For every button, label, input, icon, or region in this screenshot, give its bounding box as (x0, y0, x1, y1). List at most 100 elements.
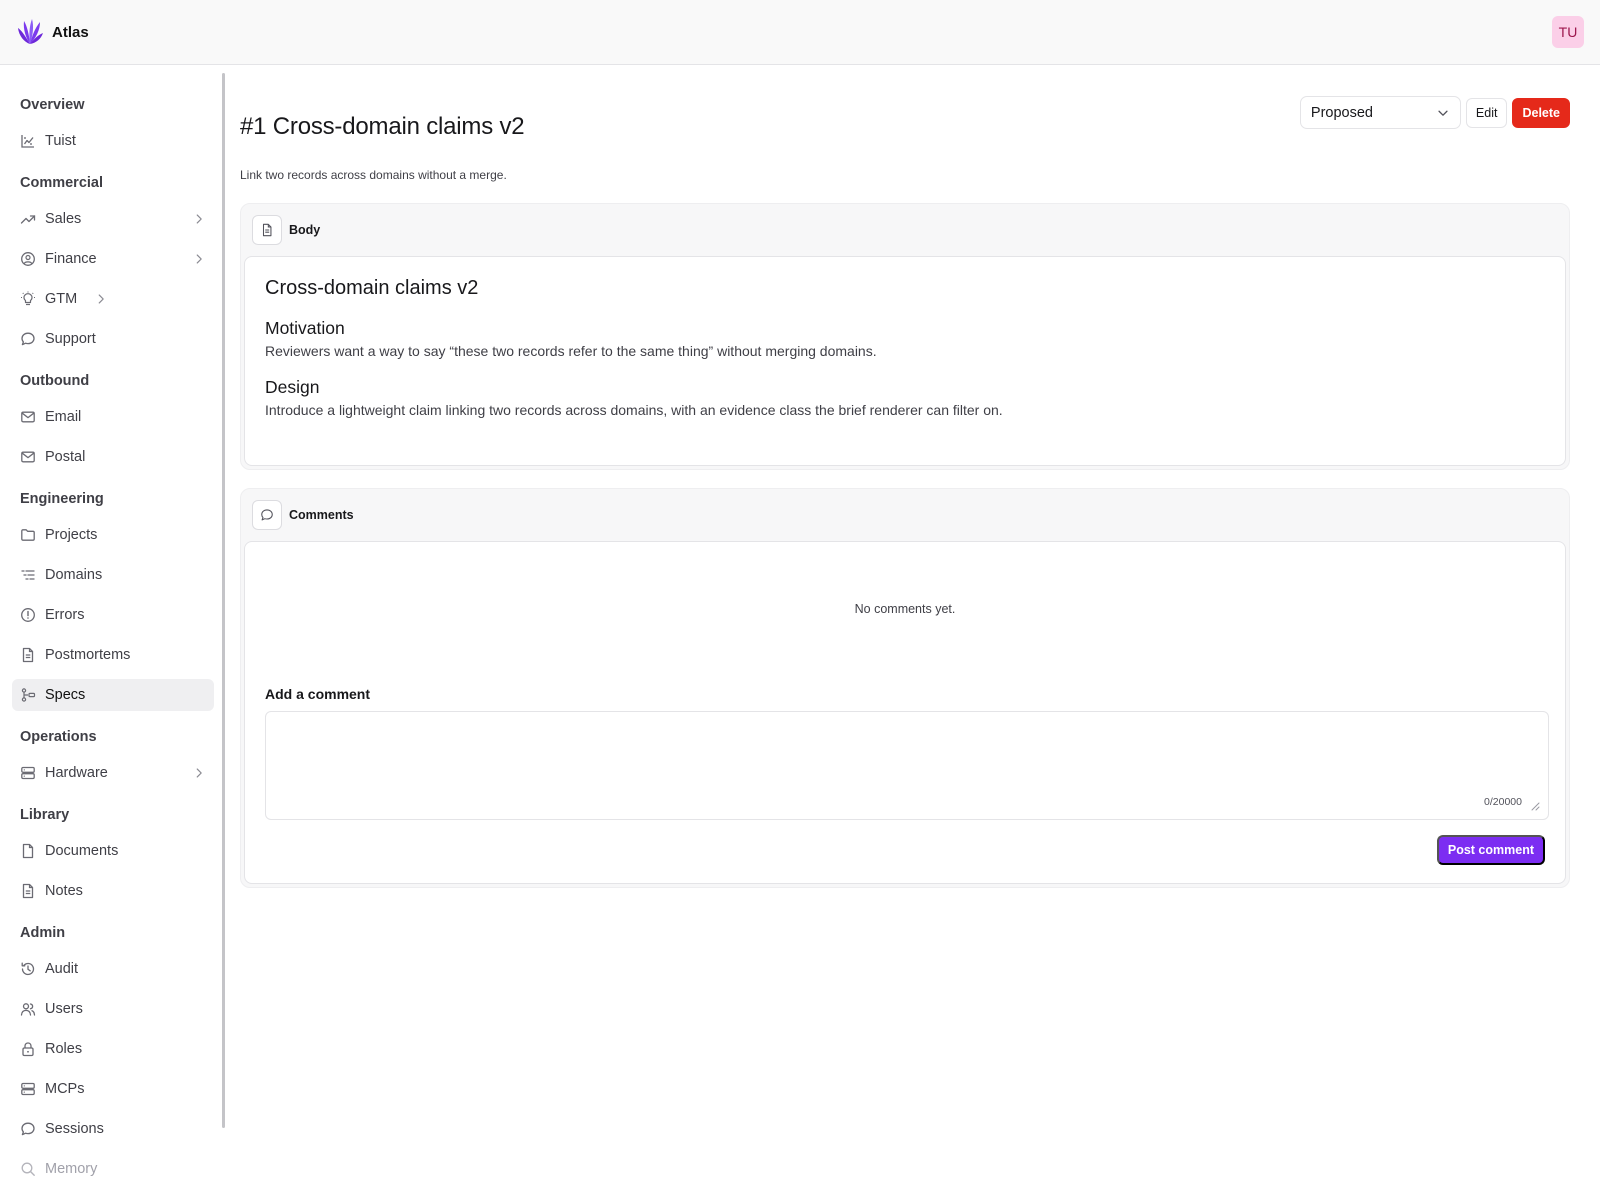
sidebar-item-label: Postal (45, 449, 86, 465)
edit-button[interactable]: Edit (1465, 97, 1508, 128)
sidebar-item-domains[interactable]: Domains (12, 559, 214, 591)
sidebar-item-gtm[interactable]: GTM (12, 283, 214, 315)
body-card-header: Body (244, 204, 1566, 256)
file-icon (22, 843, 34, 859)
body-card: Body Cross-domain claims v2 Motivation R… (240, 203, 1570, 470)
sidebar: Overview Tuist Commercial Sales Finance GTM Su… (0, 65, 226, 1200)
sidebar-item-label: Documents (45, 843, 119, 859)
bulb-icon (21, 291, 35, 306)
comments-card-label: Comments (289, 508, 354, 522)
chat-icon (21, 332, 35, 346)
sidebar-item-label: Finance (45, 251, 97, 267)
page-summary: Link two records across domains without … (240, 168, 507, 182)
sidebar-item-label: Memory (45, 1161, 98, 1177)
sidebar-item-support[interactable]: Support (12, 323, 214, 355)
section-heading-motivation: Motivation (265, 318, 345, 338)
chart-icon (21, 135, 34, 148)
search-icon (21, 1162, 35, 1176)
sidebar-item-specs[interactable]: Specs (12, 679, 214, 711)
sidebar-item-label: Email (45, 409, 82, 425)
sidebar-item-label: Audit (45, 961, 79, 977)
sidebar-item-postal[interactable]: Postal (12, 441, 214, 473)
list-icon (21, 570, 35, 580)
status-select[interactable]: Proposed (1299, 96, 1461, 129)
atlas-logo-icon (18, 19, 43, 44)
header-actions: Proposed Edit Delete (1299, 96, 1570, 129)
sidebar-item-users[interactable]: Users (12, 993, 214, 1025)
sidebar-item-email[interactable]: Email (12, 401, 214, 433)
comment-input[interactable]: 0/20000 (265, 711, 1549, 820)
sidebar-item-label: Sessions (45, 1121, 104, 1137)
alert-icon (21, 608, 35, 622)
sidebar-item-finance[interactable]: Finance (12, 243, 214, 275)
status-value: Proposed (1310, 104, 1373, 121)
sidebar-item-label: Projects (45, 527, 98, 543)
brand[interactable]: Atlas (16, 18, 89, 46)
sidebar-item-label: Sales (45, 211, 82, 227)
sidebar-item-postmortems[interactable]: Postmortems (12, 639, 214, 671)
spec-document: Cross-domain claims v2 Motivation Review… (244, 256, 1566, 466)
sidebar-item-projects[interactable]: Projects (12, 519, 214, 551)
char-count: 0/20000 (1484, 796, 1522, 808)
sidebar-item-label: MCPs (45, 1081, 85, 1097)
sidebar-item-tuist[interactable]: Tuist (12, 125, 214, 157)
chevron-right-icon[interactable] (192, 766, 206, 780)
chevron-right-icon[interactable] (192, 252, 206, 266)
mail-icon (21, 451, 35, 463)
sidebar-item-sessions[interactable]: Sessions (12, 1113, 214, 1145)
sidebar-item-label: Postmortems (45, 647, 131, 663)
app-name: Atlas (52, 23, 89, 41)
section-text-motivation: Reviewers want a way to say “these two r… (265, 343, 877, 359)
nav-group-engineering: Engineering (20, 491, 104, 507)
lock-icon (22, 1042, 34, 1057)
comments-panel: No comments yet. Add a comment 0/20000 P… (244, 541, 1566, 884)
sidebar-item-documents[interactable]: Documents (12, 835, 214, 867)
sidebar-item-roles[interactable]: Roles (12, 1033, 214, 1065)
user-avatar[interactable]: TU (1552, 16, 1584, 48)
empty-comments-text: No comments yet. (854, 602, 956, 616)
sidebar-item-notes[interactable]: Notes (12, 875, 214, 907)
sidebar-scrollbar[interactable] (222, 73, 225, 1128)
sidebar-item-mcps[interactable]: MCPs (12, 1073, 214, 1105)
comments-card: Comments No comments yet. Add a comment … (240, 488, 1570, 888)
nav-group-commercial: Commercial (20, 175, 104, 191)
sidebar-item-sales[interactable]: Sales (12, 203, 214, 235)
users-icon (20, 1003, 36, 1016)
server-icon (21, 1082, 35, 1096)
sidebar-item-label: Tuist (45, 133, 76, 149)
nav-group-operations: Operations (20, 729, 97, 745)
sidebar-item-memory[interactable]: Memory (12, 1153, 214, 1185)
trend-icon (20, 215, 36, 224)
mail-icon (21, 411, 35, 423)
sidebar-item-label: Users (45, 1001, 83, 1017)
delete-button[interactable]: Delete (1512, 97, 1570, 128)
resize-handle-icon[interactable] (1530, 801, 1540, 811)
history-icon (21, 962, 35, 976)
sidebar-item-label: Errors (45, 607, 85, 623)
sidebar-item-label: Support (45, 331, 96, 347)
section-heading-design: Design (265, 377, 320, 397)
sidebar-item-label: Domains (45, 567, 103, 583)
sidebar-item-errors[interactable]: Errors (12, 599, 214, 631)
nav-group-admin: Admin (20, 925, 66, 941)
doc-icon (22, 647, 34, 663)
spec-icon (21, 688, 36, 702)
post-comment-button[interactable]: Post comment (1436, 835, 1545, 865)
nav-group-outbound: Outbound (20, 373, 90, 389)
sidebar-item-audit[interactable]: Audit (12, 953, 214, 985)
chat-bubble-icon (252, 500, 282, 530)
page-title: #1 Cross-domain claims v2 (240, 113, 525, 140)
chevron-right-icon[interactable] (94, 292, 108, 306)
comments-card-header: Comments (244, 489, 1566, 541)
sidebar-item-label: Specs (45, 687, 86, 703)
top-bar: Atlas TU (0, 0, 1600, 65)
document-icon (252, 215, 282, 245)
server-icon (21, 766, 35, 780)
sidebar-item-label: Notes (45, 883, 83, 899)
coin-icon (21, 252, 35, 266)
chevron-right-icon[interactable] (192, 212, 206, 226)
sidebar-item-label: Hardware (45, 765, 108, 781)
sidebar-item-hardware[interactable]: Hardware (12, 757, 214, 789)
section-text-design: Introduce a lightweight claim linking tw… (265, 402, 1003, 418)
body-card-label: Body (289, 223, 321, 237)
